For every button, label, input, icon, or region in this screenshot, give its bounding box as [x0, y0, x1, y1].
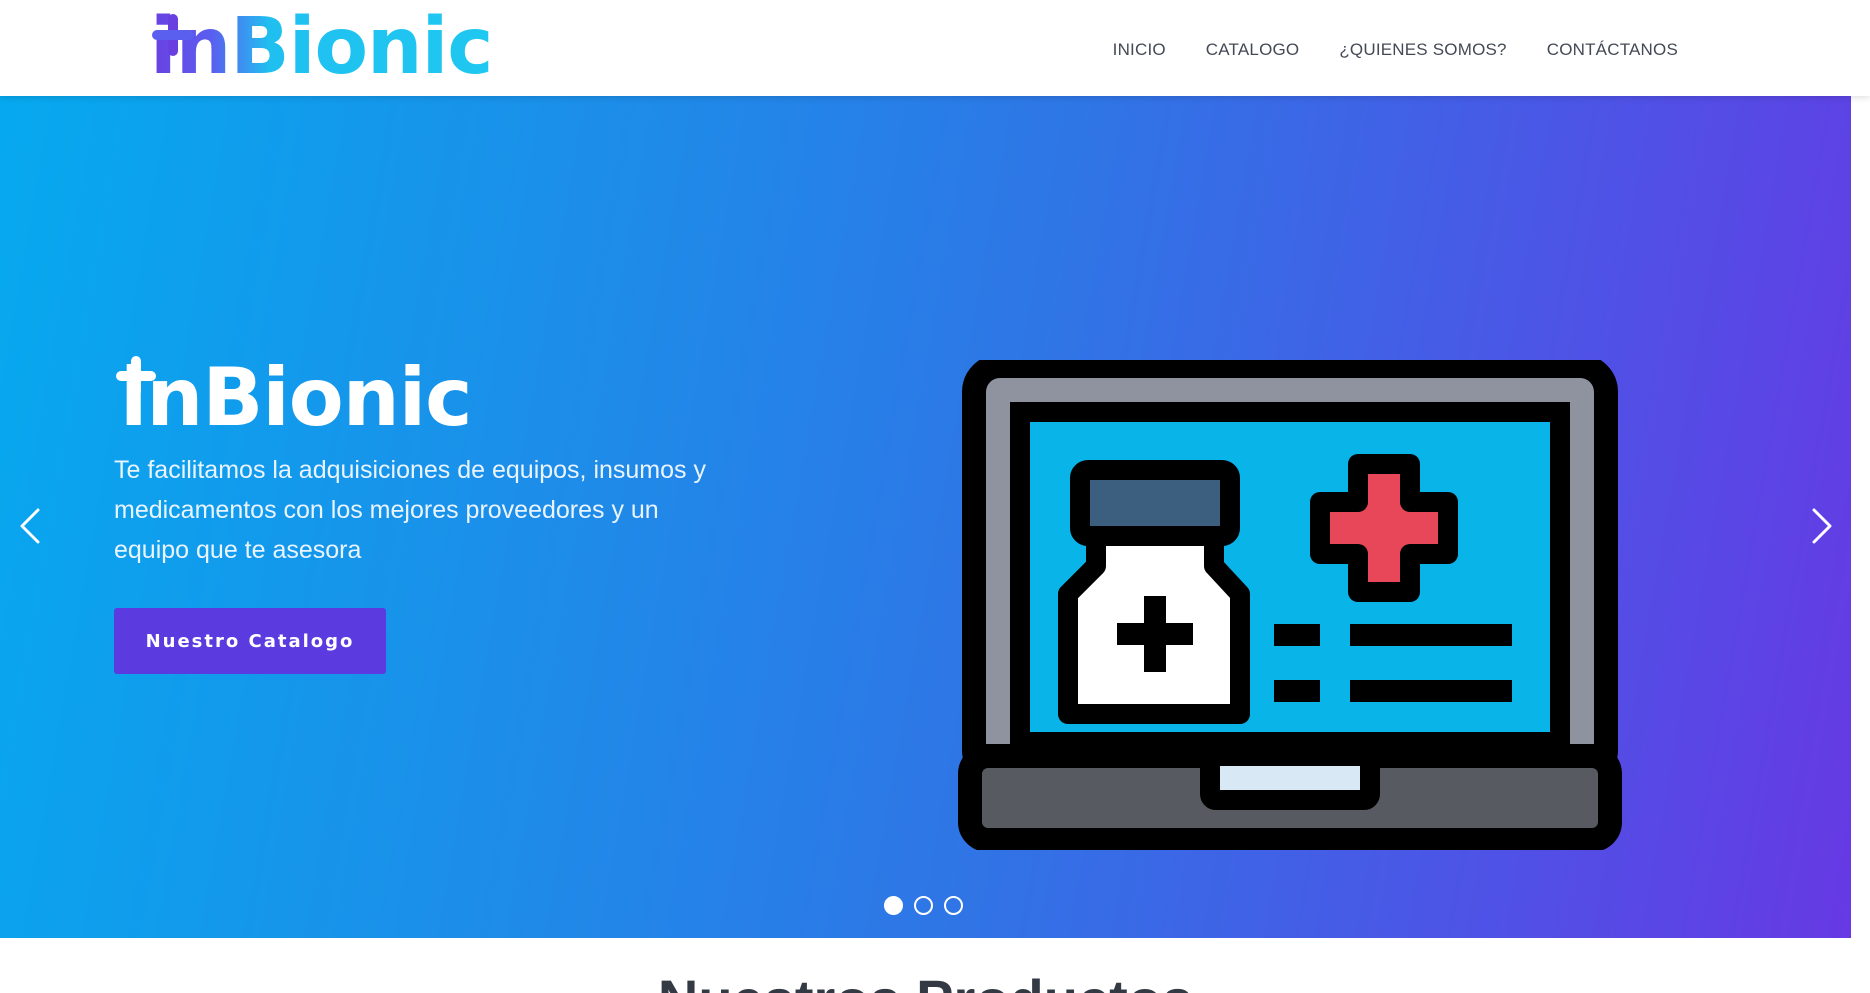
carousel-dot-2[interactable] [914, 896, 933, 915]
page-scrollbar[interactable] [1851, 96, 1870, 938]
chevron-left-icon[interactable] [10, 496, 50, 556]
carousel-indicators [884, 896, 963, 915]
logo-text: inBionic [150, 2, 494, 92]
site-header: inBionic INICIO CATALOGO ¿QUIENES SOMOS?… [0, 0, 1870, 96]
hero-description: Te facilitamos la adquisiciones de equip… [114, 456, 706, 564]
section-title: Nuestros Productos [0, 970, 1851, 993]
hero-logo-text: inBionic [120, 351, 473, 444]
carousel-dot-1[interactable] [884, 896, 903, 915]
plus-logo-icon [116, 356, 156, 396]
hero-logo: inBionic [114, 356, 473, 438]
laptop-medical-icon [958, 360, 1622, 850]
main-nav: INICIO CATALOGO ¿QUIENES SOMOS? CONTÁCTA… [1093, 36, 1698, 64]
nav-item-contactanos[interactable]: CONTÁCTANOS [1527, 36, 1698, 64]
nav-item-catalogo[interactable]: CATALOGO [1186, 36, 1320, 64]
chevron-right-icon[interactable] [1802, 496, 1842, 556]
hero-carousel: inBionic Te facilitamos la adquisiciones… [0, 96, 1851, 938]
nav-item-quienes-somos[interactable]: ¿QUIENES SOMOS? [1319, 36, 1526, 64]
carousel-dot-3[interactable] [944, 896, 963, 915]
nav-item-inicio[interactable]: INICIO [1093, 36, 1186, 64]
plus-logo-icon [152, 14, 194, 56]
catalog-button[interactable]: Nuestro Catalogo [114, 608, 386, 674]
brand-logo[interactable]: inBionic [150, 8, 494, 86]
